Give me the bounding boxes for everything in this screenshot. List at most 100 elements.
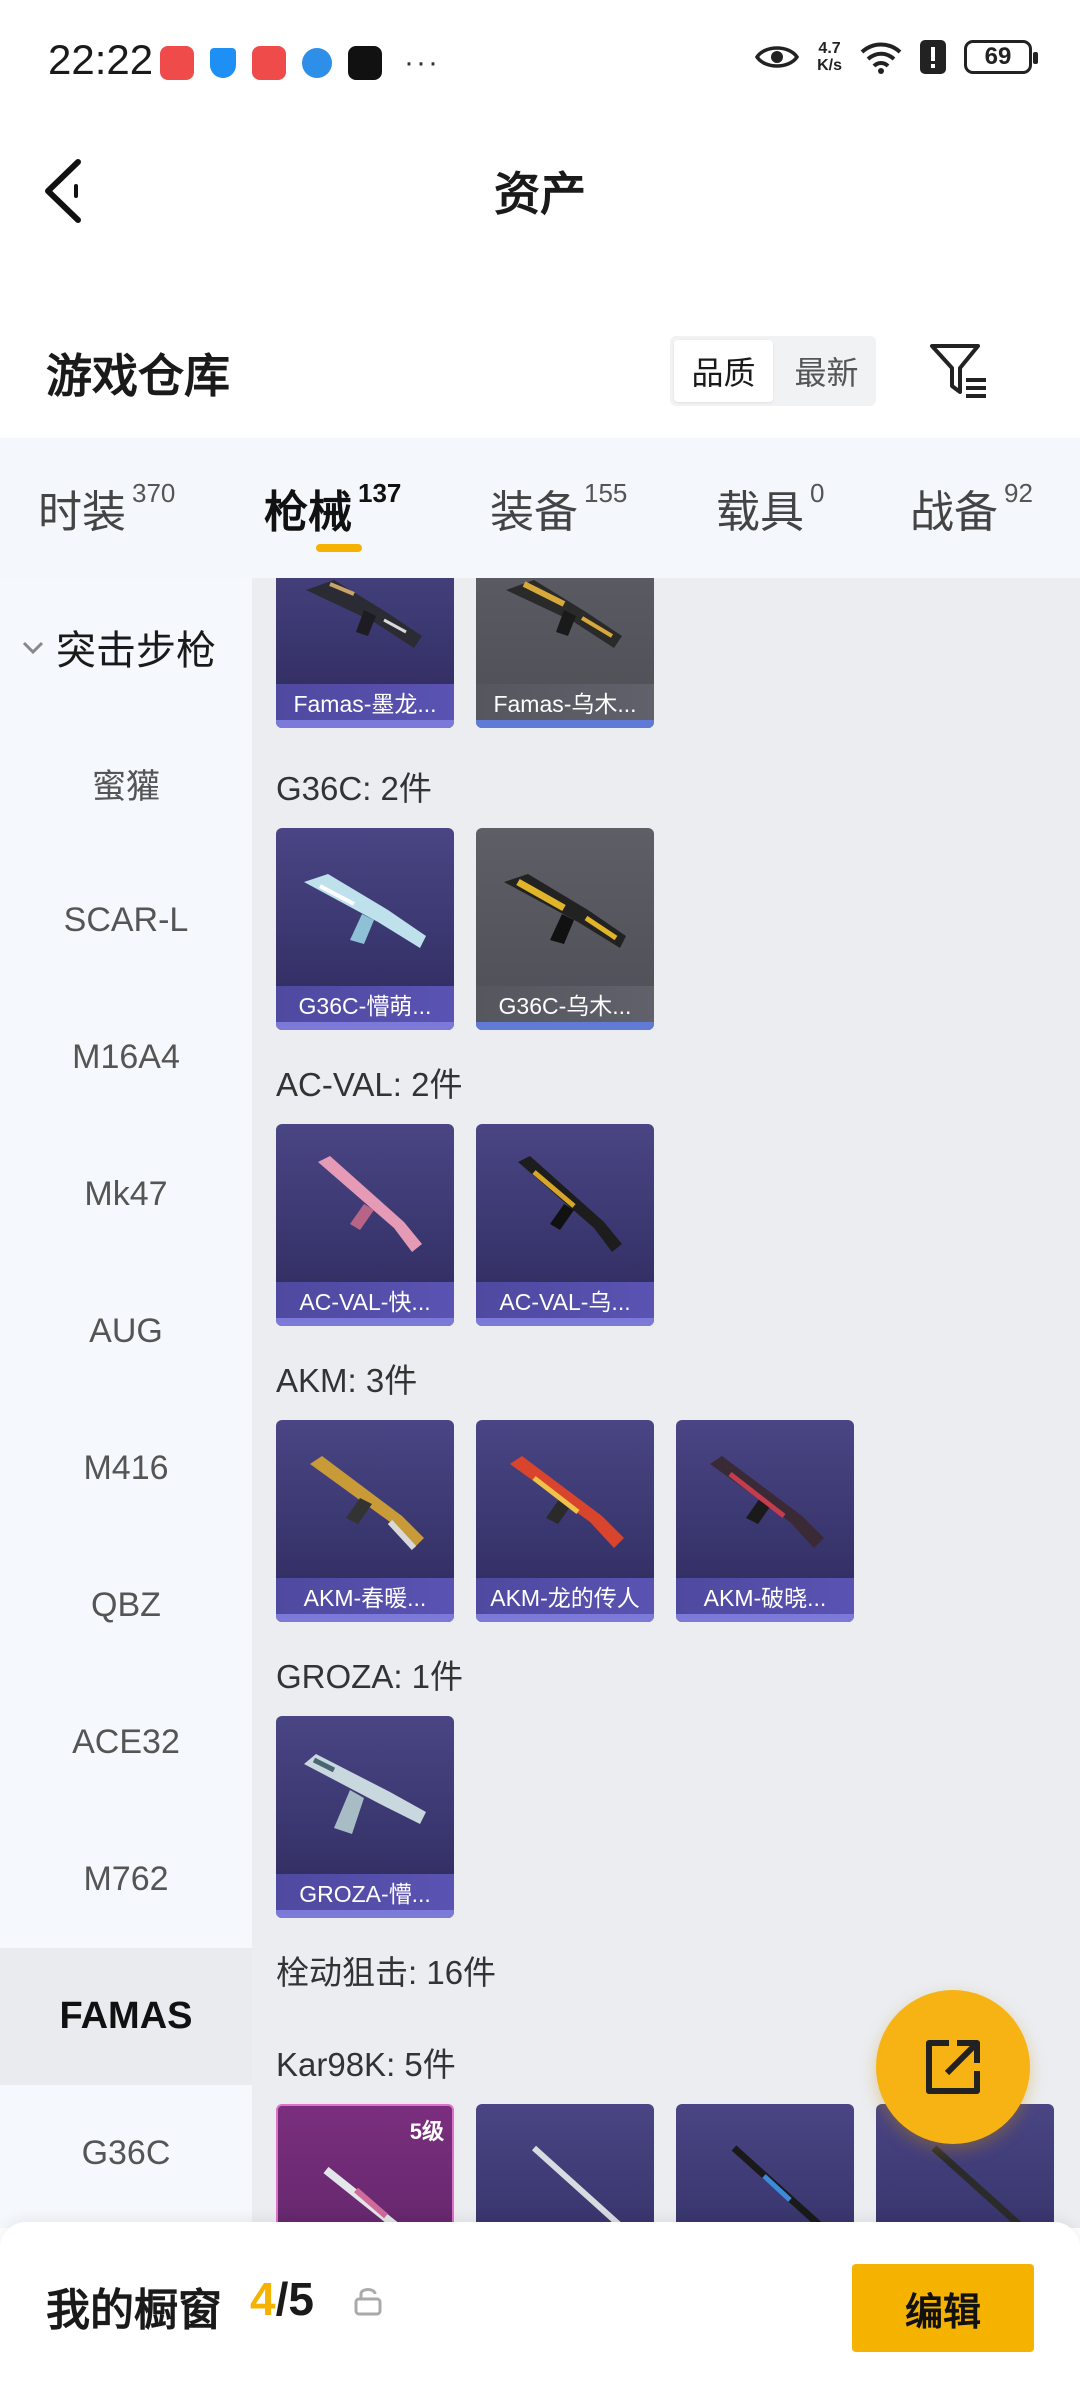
rarity-bar [276,1614,454,1622]
network-speed: 4.7 K/s [817,40,842,74]
filter-icon[interactable] [928,340,990,402]
notification-icons: ··· [160,46,440,80]
tab-fashion-count: 370 [132,478,176,508]
skin-name: Famas-乌木... [476,684,654,720]
rifle-icon [310,1456,424,1551]
sidebar-item-m16a4[interactable]: M16A4 [0,989,252,1126]
skin-card[interactable]: Famas-乌木... [476,578,654,728]
tab-gear[interactable]: 战备 92 [910,476,1033,540]
sort-option-quality[interactable]: 品质 [674,340,773,402]
rifle-icon [531,2145,628,2228]
category-tabs: 时装 370 枪械 137 装备 155 载具 0 战备 92 [0,438,1080,578]
sidebar-item-m762[interactable]: M762 [0,1811,252,1948]
sort-option-newest[interactable]: 最新 [777,336,876,406]
skin-card[interactable] [476,2104,654,2228]
rifle-icon [323,2166,405,2228]
tab-gear-label: 战备 [910,488,998,537]
skin-name: AKM-龙的传人 [476,1578,654,1614]
shopping-app-icon-2 [252,46,286,80]
rifle-icon [510,1456,624,1548]
globe-app-icon [302,48,332,78]
status-bar: 22:22 ··· 4.7 K/s 69 [0,0,1080,120]
skin-name: AC-VAL-快... [276,1282,454,1318]
sidebar-item-scar-l[interactable]: SCAR-L [0,852,252,989]
sidebar-item-g36c[interactable]: G36C [0,2085,252,2222]
sidebar-item-famas[interactable]: FAMAS [0,1948,252,2085]
showcase-current: 4 [250,2273,276,2325]
weapon-sidebar: 突击步枪 蜜獾 SCAR-L M16A4 Mk47 AUG M416 QBZ A… [0,578,252,2228]
active-tab-indicator [316,544,362,552]
rarity-bar [276,1910,454,1918]
rifle-icon [304,1754,426,1834]
shopping-app-icon [160,46,194,80]
network-speed-unit: K/s [817,57,842,74]
skin-card[interactable]: G36C-懵萌... [276,828,454,1030]
skin-name: GROZA-懵... [276,1874,454,1910]
sidebar-item-honey-badger[interactable]: 蜜獾 [0,715,252,852]
showcase-separator: / [275,2273,289,2325]
sidebar-item-qbz[interactable]: QBZ [0,1537,252,1674]
status-time: 22:22 [48,36,154,83]
skin-card[interactable]: G36C-乌木... [476,828,654,1030]
skin-card[interactable]: GROZA-懵... [276,1716,454,1918]
rifle-icon [306,580,422,648]
group-label-groza: GROZA: 1件 [276,1658,464,1695]
share-button[interactable] [876,1990,1030,2144]
tab-firearms-count: 137 [358,478,402,508]
rifle-icon [731,2145,829,2228]
tab-fashion[interactable]: 时装 370 [38,476,175,540]
tab-firearms-label: 枪械 [264,488,352,537]
tab-firearms[interactable]: 枪械 137 [264,476,401,540]
skin-name: Famas-墨龙... [276,684,454,720]
showcase-bar: 我的橱窗 4/5 编辑 [0,2222,1080,2382]
skin-card[interactable] [676,2104,854,2228]
showcase-count: 4/5 [250,2272,314,2326]
skin-name: AKM-春暖... [276,1578,454,1614]
skin-name: AKM-破晓... [676,1578,854,1614]
tab-equipment-count: 155 [584,478,628,508]
battery-indicator: 69 [964,40,1038,74]
tab-gear-count: 92 [1004,478,1033,508]
edit-button[interactable]: 编辑 [852,2264,1034,2352]
tab-fashion-label: 时装 [38,488,126,537]
warehouse-row: 游戏仓库 品质 最新 [0,320,1080,420]
sidebar-item-ace32[interactable]: ACE32 [0,1674,252,1811]
showcase-total: 5 [288,2273,314,2325]
tab-vehicles-count: 0 [810,478,825,508]
tab-vehicles-label: 载具 [716,488,804,537]
showcase-title: 我的橱窗 [46,2286,222,2335]
header: 资产 [0,130,1080,250]
rarity-bar [676,1614,854,1622]
skin-card[interactable]: AKM-春暖... [276,1420,454,1622]
skin-card[interactable]: 5级 [276,2104,454,2228]
share-icon [926,2040,980,2094]
sidebar-item-aug[interactable]: AUG [0,1263,252,1400]
tab-equipment[interactable]: 装备 155 [490,476,627,540]
rarity-bar [276,1318,454,1326]
lock-icon [354,2288,382,2316]
group-label-kar98k: Kar98K: 5件 [276,2046,456,2083]
skin-card[interactable]: AKM-龙的传人 [476,1420,654,1622]
tab-equipment-label: 装备 [490,488,578,537]
sidebar-item-m416[interactable]: M416 [0,1400,252,1537]
sidebar-item-mk47[interactable]: Mk47 [0,1126,252,1263]
skin-name: G36C-乌木... [476,986,654,1022]
skin-card[interactable]: Famas-墨龙... [276,578,454,728]
eye-icon [755,46,800,68]
tiktok-app-icon [348,46,382,80]
sidebar-group-assault-rifles[interactable]: 突击步枪 [0,578,252,715]
tab-vehicles[interactable]: 载具 0 [716,476,824,540]
skin-card[interactable]: AC-VAL-乌... [476,1124,654,1326]
rifle-icon [304,874,426,948]
wifi-icon [860,42,902,74]
sort-toggle: 品质 最新 [670,336,876,406]
skin-card[interactable]: AKM-破晓... [676,1420,854,1622]
skin-name: AC-VAL-乌... [476,1282,654,1318]
skin-card[interactable]: AC-VAL-快... [276,1124,454,1326]
group-label-akm: AKM: 3件 [276,1362,418,1399]
rarity-bar [476,1318,654,1326]
page-title: 资产 [494,168,586,220]
more-notifications-icon: ··· [404,46,440,79]
skin-list: Famas-墨龙... Famas-乌木... G36C: 2件 G36C-懵萌… [252,578,1080,2228]
group-label-ac-val: AC-VAL: 2件 [276,1066,463,1103]
